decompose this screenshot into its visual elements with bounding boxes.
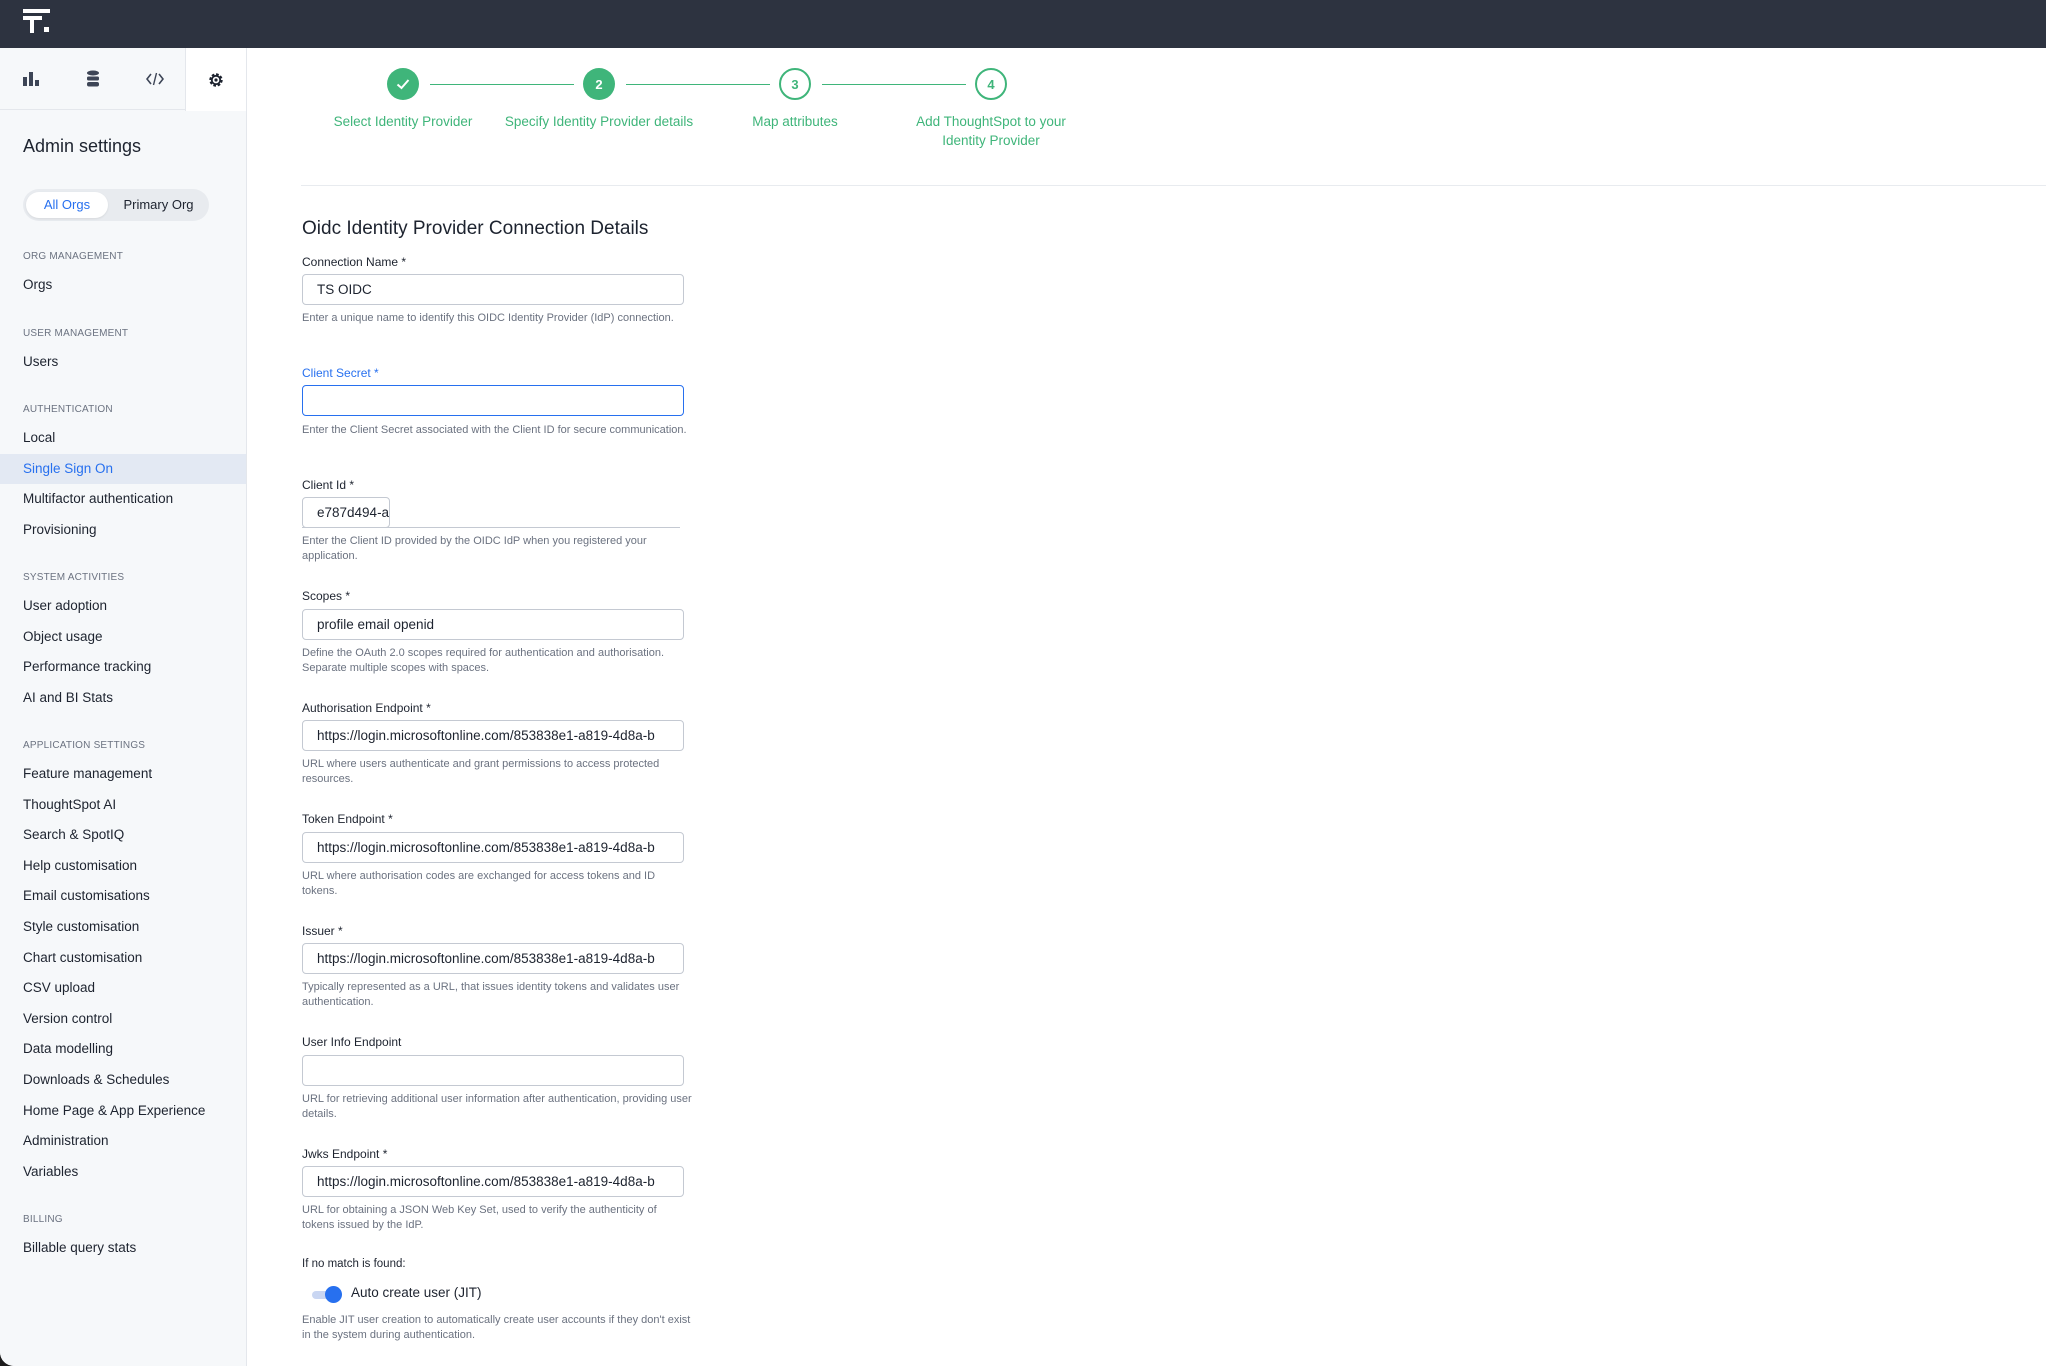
sidebar-item-ai-bi-stats[interactable]: AI and BI Stats [0,683,246,713]
client-secret-label: Client Secret * [302,366,379,380]
token-endpoint-input[interactable]: https://login.microsoftonline.com/853838… [302,832,684,863]
sidebar-item-chart-customisation[interactable]: Chart customisation [0,943,246,973]
scopes-input[interactable]: profile email openid [302,609,684,640]
sidebar-item-object-usage[interactable]: Object usage [0,622,246,652]
connection-name-label: Connection Name * [302,255,407,269]
section-billing: BILLING [23,1214,63,1225]
sidebar-item-search-spotiq[interactable]: Search & SpotIQ [0,820,246,850]
step-4-label-line-1: Add ThoughtSpot to your [916,114,1066,129]
section-authentication: AUTHENTICATION [23,404,113,415]
section-org-management: ORG MANAGEMENT [23,251,124,262]
sidebar-item-users[interactable]: Users [0,347,246,377]
stepper-divider [301,185,2046,186]
jwks-endpoint-help: URL for obtaining a JSON Web Key Set, us… [302,1204,657,1231]
step-1-circle[interactable] [387,68,419,100]
step-connector [430,84,574,85]
step-4-label: Add ThoughtSpot to your Identity Provide… [886,112,1096,150]
setup-stepper: 2 3 4 Select Identity Provider Specify I… [300,68,1120,168]
sidebar-item-administration[interactable]: Administration [0,1126,246,1156]
org-option-primary-org[interactable]: Primary Org [111,192,206,218]
check-icon [396,79,410,90]
sidebar-item-feature-management[interactable]: Feature management [0,759,246,789]
step-2-circle[interactable]: 2 [583,68,615,100]
auto-create-user-label: Auto create user (JIT) [351,1285,482,1300]
sidebar-item-csv-upload[interactable]: CSV upload [0,973,246,1003]
sidebar-item-style-customisation[interactable]: Style customisation [0,912,246,942]
sidebar-item-billable-query-stats[interactable]: Billable query stats [0,1233,246,1263]
form-title: Oidc Identity Provider Connection Detail… [302,218,649,239]
user-info-endpoint-input[interactable] [302,1055,684,1086]
toggle-knob [325,1286,342,1303]
sidebar-item-single-sign-on[interactable]: Single Sign On [0,454,246,484]
app-body: Admin settings All Orgs Primary Org ORG … [0,48,2046,1366]
sidebar-item-email-customisations[interactable]: Email customisations [0,881,246,911]
admin-sidebar: Admin settings All Orgs Primary Org ORG … [0,48,247,1366]
user-info-endpoint-help: URL for retrieving additional user infor… [302,1093,692,1120]
section-application-settings: APPLICATION SETTINGS [23,740,146,751]
step-2-label: Specify Identity Provider details [504,114,694,129]
issuer-help: Typically represented as a URL, that iss… [302,981,680,1008]
issuer-input[interactable]: https://login.microsoftonline.com/853838… [302,943,684,974]
top-bar [0,0,2046,48]
jwks-endpoint-label: Jwks Endpoint * [302,1147,388,1161]
step-connector [822,84,966,85]
sidebar-item-data-modelling[interactable]: Data modelling [0,1034,246,1064]
bar-chart-icon [23,72,39,86]
sidebar-item-variables[interactable]: Variables [0,1157,246,1187]
sidebar-item-orgs[interactable]: Orgs [0,270,246,300]
gear-icon [209,72,223,87]
step-3-label: Map attributes [752,114,838,129]
section-user-management: USER MANAGEMENT [23,328,129,339]
authorisation-endpoint-input[interactable]: https://login.microsoftonline.com/853838… [302,720,684,751]
step-4-circle[interactable]: 4 [975,68,1007,100]
auto-create-user-toggle[interactable] [312,1286,342,1304]
client-id-label: Client Id * [302,478,355,492]
auto-create-user-help: Enable JIT user creation to automaticall… [302,1314,691,1341]
tab-analytics[interactable] [0,48,62,110]
sidebar-item-downloads-schedules[interactable]: Downloads & Schedules [0,1065,246,1095]
step-3-circle[interactable]: 3 [779,68,811,100]
scopes-help: Define the OAuth 2.0 scopes required for… [302,647,665,674]
sidebar-item-local[interactable]: Local [0,423,246,453]
token-endpoint-label: Token Endpoint * [302,812,393,826]
token-endpoint-help: URL where authorisation codes are exchan… [302,870,656,897]
connection-name-input[interactable]: TS OIDC [302,274,684,305]
database-icon [87,70,99,87]
sidebar-item-version-control[interactable]: Version control [0,1004,246,1034]
issuer-label: Issuer * [302,924,343,938]
sidebar-icon-tabs [0,48,247,111]
step-4-label-line-2: Identity Provider [942,133,1040,148]
sidebar-item-performance-tracking[interactable]: Performance tracking [0,652,246,682]
org-scope-toggle: All Orgs Primary Org [23,189,209,221]
section-system-activities: SYSTEM ACTIVITIES [23,572,125,583]
jwks-endpoint-input[interactable]: https://login.microsoftonline.com/853838… [302,1166,684,1197]
connection-name-help: Enter a unique name to identify this OID… [302,312,674,324]
sidebar-item-provisioning[interactable]: Provisioning [0,515,246,545]
sidebar-item-help-customisation[interactable]: Help customisation [0,851,246,881]
sidebar-item-user-adoption[interactable]: User adoption [0,591,246,621]
sidebar-item-thoughtspot-ai[interactable]: ThoughtSpot AI [0,790,246,820]
sidebar-item-home-page-app-experience[interactable]: Home Page & App Experience [0,1096,246,1126]
client-id-underline [302,527,680,528]
client-id-help: Enter the Client ID provided by the OIDC… [302,535,647,562]
tab-data[interactable] [62,48,124,110]
thoughtspot-logo-icon[interactable] [22,7,52,37]
scopes-label: Scopes * [302,589,351,603]
authorisation-endpoint-label: Authorisation Endpoint * [302,701,431,715]
sidebar-title: Admin settings [23,136,142,156]
org-option-all-orgs[interactable]: All Orgs [26,192,108,218]
code-icon [146,72,164,86]
client-secret-input[interactable] [302,385,684,416]
step-1-label: Select Identity Provider [333,114,473,129]
client-id-input[interactable]: e787d494-a [302,497,390,528]
authorisation-endpoint-help: URL where users authenticate and grant p… [302,758,660,785]
no-match-label: If no match is found: [302,1258,406,1270]
client-secret-help: Enter the Client Secret associated with … [302,424,687,436]
step-connector [626,84,770,85]
tab-develop[interactable] [124,48,186,110]
tab-admin[interactable] [185,48,247,111]
sidebar-item-multifactor-authentication[interactable]: Multifactor authentication [0,484,246,514]
user-info-endpoint-label: User Info Endpoint [302,1035,402,1049]
